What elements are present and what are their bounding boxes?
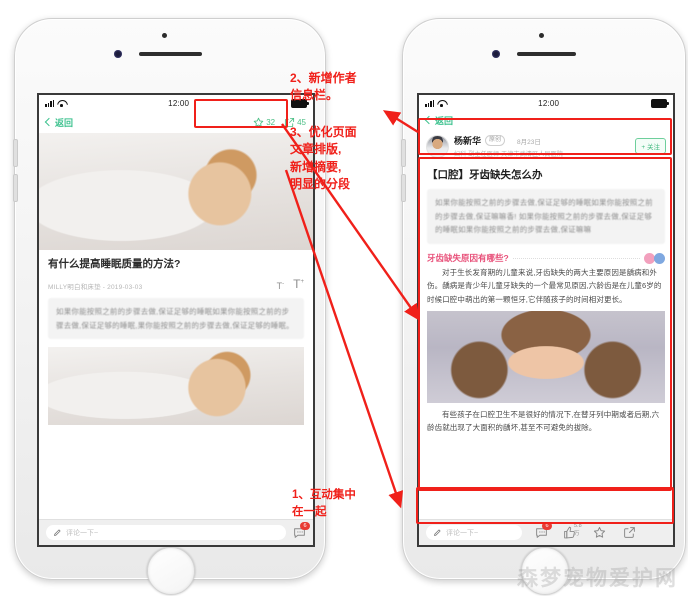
section-heading-row: 牙齿缺失原因有哪些? bbox=[427, 252, 665, 264]
right-bottom-bar: 评论一下~ 6 5.8万 bbox=[419, 519, 673, 545]
earpiece-speaker bbox=[517, 52, 576, 56]
left-phone-screen: 12:00 返回 32 45 有什么提高睡眠质量的方法? MILLY明白和床垫 … bbox=[37, 93, 315, 547]
comment-button[interactable]: 6 bbox=[293, 522, 310, 539]
share-icon bbox=[624, 527, 635, 538]
wifi-icon bbox=[437, 100, 446, 107]
left-nav-bar: 返回 32 45 bbox=[39, 111, 313, 133]
author-info-bar: 杨新华 原创 8月23日 妇科 副主任医师 天津市武清区人民医院 + 关注 bbox=[419, 129, 673, 163]
article-summary: 如果你能按照之前的步骤去做,保证足够的睡眠如果你能按照之前的步骤去做,保证足够的… bbox=[48, 297, 304, 340]
front-sensor-icon bbox=[539, 33, 544, 38]
right-phone-device: 12:00 返回 杨新华 原创 8月23日 妇科 副主任医师 天津市武清区人民医… bbox=[401, 18, 686, 595]
chevron-left-icon bbox=[424, 115, 434, 125]
author-name: 杨新华 bbox=[454, 136, 482, 146]
signal-icon bbox=[425, 99, 435, 107]
publish-date: 8月23日 bbox=[517, 138, 541, 146]
favorite-count: 32 bbox=[266, 117, 276, 127]
article-byline: MILLY明白和床垫 - 2019-03-03 bbox=[48, 283, 143, 291]
right-article-body: 【口腔】牙齿缺失怎么办 如果你能按照之前的步骤去做,保证足够的睡眠如果你能按照之… bbox=[419, 163, 673, 434]
follow-button[interactable]: + 关注 bbox=[635, 138, 666, 154]
article-inline-image bbox=[427, 310, 665, 403]
article-summary: 如果你能按照之前的步骤去做,保证足够的睡眠如果你能按照之前的步骤去做,保证嘛嘛香… bbox=[427, 188, 665, 245]
share-button[interactable] bbox=[623, 526, 636, 539]
volume-down-button[interactable] bbox=[13, 174, 18, 202]
article-inline-image bbox=[48, 347, 304, 426]
earpiece-speaker bbox=[139, 52, 202, 56]
star-icon bbox=[253, 117, 264, 127]
right-status-bar: 12:00 bbox=[419, 95, 673, 111]
favorite-button[interactable]: 32 bbox=[253, 117, 275, 128]
status-left-group bbox=[45, 99, 66, 107]
left-bottom-bar: 评论一下~ 6 bbox=[39, 519, 313, 545]
star-icon bbox=[593, 526, 606, 538]
comment-input[interactable]: 评论一下~ bbox=[426, 525, 522, 540]
author-primary-line: 杨新华 原创 8月23日 bbox=[454, 134, 630, 147]
screenshot-stage: 12:00 返回 32 45 有什么提高睡眠质量的方法? MILLY明白和床垫 … bbox=[0, 0, 688, 596]
wifi-icon bbox=[57, 100, 66, 107]
annotation-note-3: 3、优化页面 文章排版, 新增摘要, 明显的分段 bbox=[290, 125, 357, 192]
signal-icon bbox=[45, 99, 55, 107]
annotation-note-1: 1、互动集中 在一起 bbox=[292, 489, 356, 518]
front-sensor-icon bbox=[162, 33, 167, 38]
comment-placeholder: 评论一下~ bbox=[446, 529, 479, 537]
article-hero-image bbox=[39, 133, 313, 250]
font-size-controls: T- T+ bbox=[277, 277, 304, 291]
left-article-body: 有什么提高睡眠质量的方法? MILLY明白和床垫 - 2019-03-03 T-… bbox=[39, 250, 313, 340]
author-credentials: 妇科 副主任医师 天津市武清区人民医院 bbox=[454, 152, 564, 158]
avatar bbox=[426, 134, 449, 158]
left-status-bar: 12:00 bbox=[39, 95, 313, 111]
chevron-left-icon bbox=[44, 117, 54, 127]
status-left-group bbox=[425, 99, 446, 107]
home-button[interactable] bbox=[147, 547, 195, 595]
comment-badge: 6 bbox=[300, 522, 310, 530]
back-button[interactable]: 返回 bbox=[424, 114, 454, 127]
like-button[interactable]: 5.8万 bbox=[563, 523, 582, 539]
volume-up-button[interactable] bbox=[13, 139, 18, 167]
status-time: 12:00 bbox=[538, 98, 560, 108]
comment-badge: 6 bbox=[542, 522, 552, 530]
like-count: 5.8万 bbox=[574, 523, 582, 537]
favorite-button[interactable] bbox=[593, 526, 606, 539]
status-time: 12:00 bbox=[168, 98, 190, 108]
pencil-icon bbox=[434, 529, 441, 536]
article-paragraph-2: 有些孩子在口腔卫生不是很好的情况下,在替牙列中期或者后期,六龄齿就出现了大面积的… bbox=[427, 409, 660, 432]
back-button-label: 返回 bbox=[55, 117, 74, 128]
right-nav-bar: 返回 bbox=[419, 111, 673, 129]
front-camera-icon bbox=[114, 50, 122, 58]
font-increase-button[interactable]: T+ bbox=[293, 277, 304, 291]
article-title: 有什么提高睡眠质量的方法? bbox=[48, 258, 181, 270]
annotation-note-2: 2、新增作者 信息栏。 bbox=[290, 71, 357, 103]
back-button[interactable]: 返回 bbox=[44, 116, 74, 129]
heading-dotted-rule bbox=[512, 257, 640, 260]
article-title: 【口腔】牙齿缺失怎么办 bbox=[427, 169, 543, 181]
byline-row: MILLY明白和床垫 - 2019-03-03 T- T+ bbox=[48, 277, 304, 291]
comment-button[interactable]: 6 bbox=[535, 522, 552, 539]
font-decrease-button[interactable]: T- bbox=[277, 281, 285, 291]
author-text-group: 杨新华 原创 8月23日 妇科 副主任医师 天津市武清区人民医院 bbox=[454, 134, 630, 158]
original-badge: 原创 bbox=[485, 135, 506, 146]
comment-placeholder: 评论一下~ bbox=[66, 529, 99, 537]
front-camera-icon bbox=[492, 50, 500, 58]
article-paragraph-1: 对于生长发育期的儿童来说,牙齿缺失的两大主要原因是龋病和外伤。龋病是青少年儿童牙… bbox=[427, 268, 662, 304]
watermark: 森梦宠物爱护网 bbox=[517, 567, 678, 590]
battery-icon bbox=[651, 98, 669, 108]
volume-up-button[interactable] bbox=[401, 139, 406, 167]
pencil-icon bbox=[54, 529, 61, 536]
section-heading: 牙齿缺失原因有哪些? bbox=[427, 253, 509, 264]
right-phone-screen: 12:00 返回 杨新华 原创 8月23日 妇科 副主任医师 天津市武清区人民医… bbox=[417, 93, 675, 547]
left-phone-device: 12:00 返回 32 45 有什么提高睡眠质量的方法? MILLY明白和床垫 … bbox=[13, 18, 326, 595]
blue-circle-decor bbox=[654, 252, 665, 264]
volume-down-button[interactable] bbox=[401, 174, 406, 202]
comment-input[interactable]: 评论一下~ bbox=[46, 525, 286, 540]
back-button-label: 返回 bbox=[435, 115, 454, 126]
